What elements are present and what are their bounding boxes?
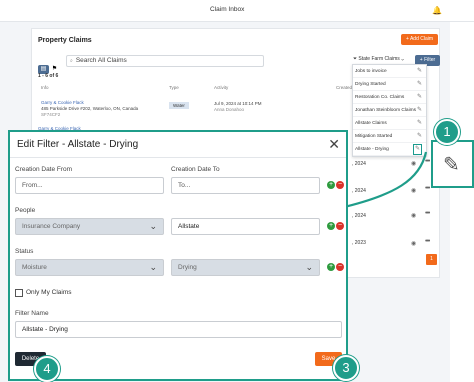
filter-name-input[interactable]: Allstate - Drying bbox=[15, 321, 342, 338]
modal-header: Edit Filter - Allstate - Drying ✕ bbox=[10, 132, 346, 158]
people-value-input[interactable]: Allstate bbox=[171, 218, 320, 235]
filter-name-label: Filter Name bbox=[15, 310, 49, 317]
chevron-down-icon: ⌄ bbox=[305, 262, 313, 272]
chevron-down-icon: ⌄ bbox=[149, 262, 157, 272]
creation-to-input[interactable]: To... bbox=[171, 177, 320, 194]
callout-badge-4: 4 bbox=[34, 356, 60, 382]
add-row-icon[interactable]: + bbox=[327, 222, 335, 230]
remove-row-icon[interactable]: − bbox=[336, 263, 344, 271]
people-field-select[interactable]: Insurance Company ⌄ bbox=[15, 218, 164, 235]
add-row-icon[interactable]: + bbox=[327, 263, 335, 271]
zoomed-pencil-box: ✎ bbox=[431, 140, 474, 188]
modal-title: Edit Filter - Allstate - Drying bbox=[17, 139, 139, 150]
add-row-icon[interactable]: + bbox=[327, 181, 335, 189]
edit-filter-modal: Edit Filter - Allstate - Drying ✕ Creati… bbox=[8, 130, 348, 381]
remove-row-icon[interactable]: − bbox=[336, 181, 344, 189]
callout-badge-1: 1 bbox=[434, 119, 460, 145]
creation-from-input[interactable]: From... bbox=[15, 177, 164, 194]
status-label: Status bbox=[15, 248, 34, 255]
chevron-down-icon: ⌄ bbox=[149, 221, 157, 231]
close-icon[interactable]: ✕ bbox=[328, 136, 340, 153]
status-value-select[interactable]: Drying ⌄ bbox=[171, 259, 320, 276]
only-my-claims-checkbox[interactable] bbox=[15, 289, 23, 297]
pencil-icon: ✎ bbox=[443, 154, 460, 176]
people-label: People bbox=[15, 207, 36, 214]
only-my-claims-label: Only My Claims bbox=[26, 289, 72, 296]
remove-row-icon[interactable]: − bbox=[336, 222, 344, 230]
creation-from-label: Creation Date From bbox=[15, 166, 73, 173]
status-field-select[interactable]: Moisture ⌄ bbox=[15, 259, 164, 276]
callout-badge-3: 3 bbox=[333, 355, 359, 381]
creation-to-label: Creation Date To bbox=[171, 166, 220, 173]
